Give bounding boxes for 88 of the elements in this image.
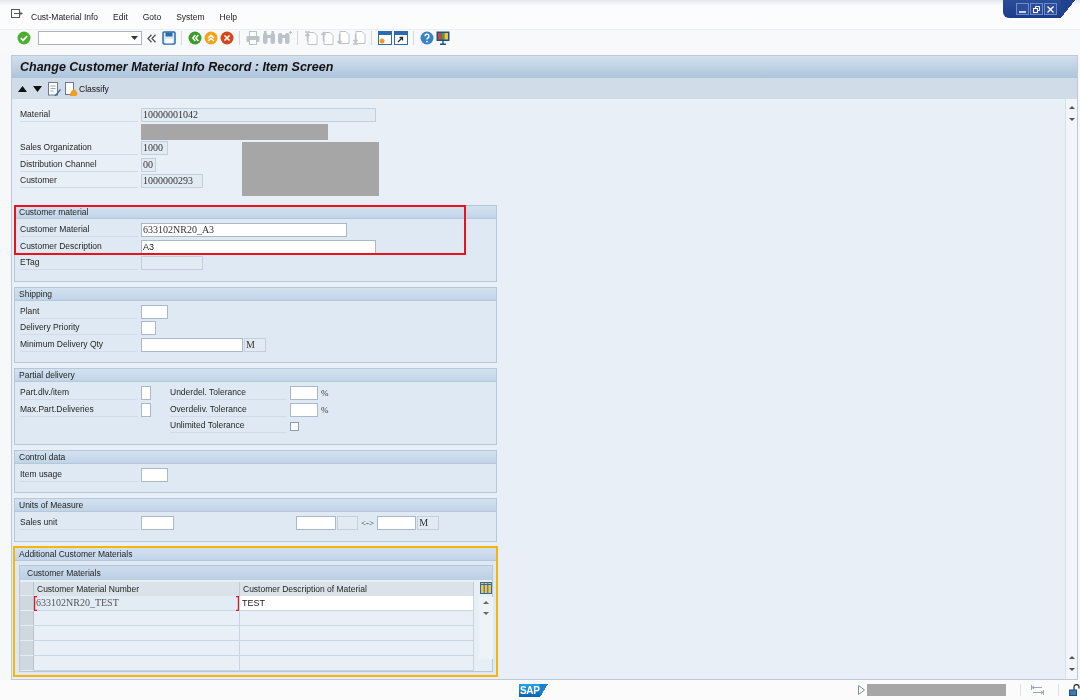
menu-item[interactable]: Help bbox=[219, 11, 237, 23]
field-label: Sales Organization bbox=[20, 141, 138, 156]
classify-button[interactable]: Classify bbox=[65, 81, 109, 96]
restore-icon bbox=[1033, 5, 1040, 13]
x-circle-icon[interactable] bbox=[220, 31, 234, 45]
checkbox[interactable] bbox=[290, 421, 299, 431]
readonly-field[interactable]: 1000000293 bbox=[141, 174, 203, 189]
readonly-field[interactable] bbox=[141, 256, 203, 271]
help-icon[interactable] bbox=[420, 31, 434, 45]
up-arrows-circle-icon[interactable] bbox=[204, 31, 218, 45]
unit-sign: % bbox=[321, 403, 329, 416]
input-field[interactable] bbox=[141, 337, 243, 352]
field-label: Customer Material bbox=[20, 223, 138, 238]
input-field[interactable] bbox=[290, 402, 318, 417]
input-field[interactable] bbox=[141, 304, 168, 319]
field-label: Max.Part.Deliveries bbox=[20, 402, 138, 417]
field-label: Underdel. Tolerance bbox=[170, 386, 287, 401]
input-field[interactable] bbox=[141, 402, 151, 417]
input-field[interactable] bbox=[141, 516, 174, 531]
triangle-down-icon[interactable] bbox=[1068, 668, 1075, 671]
menu-item[interactable]: Goto bbox=[142, 11, 162, 23]
menu-item[interactable]: Cust-Material Info bbox=[31, 11, 99, 23]
arrows-icon[interactable] bbox=[1031, 685, 1044, 695]
back-arrows-circle-icon[interactable] bbox=[188, 31, 202, 45]
monitor-icon[interactable] bbox=[436, 31, 450, 45]
menu-icon[interactable] bbox=[11, 9, 23, 19]
field-label: Overdeliv. Tolerance bbox=[170, 402, 287, 417]
column-header[interactable]: Customer Material Number bbox=[34, 581, 240, 596]
readonly-field[interactable]: 10000001042 bbox=[141, 108, 376, 123]
close-icon bbox=[1047, 5, 1054, 13]
input-field[interactable] bbox=[141, 467, 168, 482]
group-title: Additional Customer Materials bbox=[15, 547, 496, 561]
field-label: Unlimited Tolerance bbox=[170, 419, 287, 434]
unit-sign: % bbox=[321, 387, 329, 400]
scrollbar[interactable] bbox=[1065, 99, 1077, 679]
input-field[interactable] bbox=[141, 386, 151, 401]
minimize-button[interactable] bbox=[1016, 3, 1029, 15]
field-label: Plant bbox=[20, 304, 138, 319]
field-label: Part.dlv./item bbox=[20, 386, 138, 401]
triangle-up-icon[interactable] bbox=[1068, 656, 1075, 659]
document-badge-icon bbox=[65, 81, 78, 96]
field-label: Material bbox=[20, 108, 138, 123]
unit-sign: <-> bbox=[361, 517, 375, 530]
caret-down-icon[interactable] bbox=[131, 36, 138, 40]
field-label: Distribution Channel bbox=[20, 157, 138, 172]
field-label: Item usage bbox=[20, 467, 138, 482]
group-title: Units of Measure bbox=[15, 499, 496, 512]
field-label: Delivery Priority bbox=[20, 321, 138, 336]
input-field[interactable] bbox=[377, 516, 417, 531]
padlock-icon[interactable] bbox=[1069, 684, 1080, 696]
input-field[interactable] bbox=[141, 321, 156, 336]
menu-item[interactable]: Edit bbox=[113, 11, 128, 23]
triangle-right-icon[interactable] bbox=[858, 685, 865, 695]
field-label: Customer bbox=[20, 174, 138, 189]
menu-item[interactable]: System bbox=[176, 11, 205, 23]
field-label: Customer Description bbox=[20, 239, 138, 254]
group-title: Shipping bbox=[15, 287, 496, 301]
input-field[interactable]: 633102NR20_A3 bbox=[141, 223, 347, 238]
pencil-document-icon[interactable] bbox=[48, 81, 61, 96]
triangle-down-icon[interactable] bbox=[1068, 118, 1075, 121]
triangle-down-icon[interactable] bbox=[33, 85, 42, 92]
field-label: Sales unit bbox=[20, 516, 138, 531]
readonly-field[interactable]: 00 bbox=[141, 157, 156, 172]
command-field[interactable] bbox=[38, 31, 142, 45]
screen-title: Change Customer Material Info Record : Item Screen bbox=[20, 60, 334, 74]
column-header[interactable]: Customer Description of Material bbox=[240, 581, 474, 596]
field-label: Minimum Delivery Qty bbox=[20, 337, 138, 352]
readonly-field[interactable] bbox=[337, 516, 358, 531]
triangle-up-icon[interactable] bbox=[1068, 106, 1075, 109]
readonly-field[interactable]: M bbox=[244, 337, 266, 352]
group-title: Partial delivery bbox=[15, 369, 496, 382]
double-chevron-left-icon[interactable] bbox=[147, 34, 156, 43]
table-title: Customer Materials bbox=[20, 565, 492, 580]
input-field[interactable]: A3 bbox=[141, 239, 376, 254]
logo: SAP bbox=[519, 683, 548, 697]
select-all-button[interactable] bbox=[20, 581, 34, 596]
group-title: Control data bbox=[15, 450, 496, 464]
restore-button[interactable] bbox=[1030, 3, 1043, 15]
input-field[interactable] bbox=[290, 386, 318, 401]
checkmark-icon[interactable] bbox=[17, 31, 31, 45]
window-icon[interactable] bbox=[378, 31, 392, 45]
triangle-up-icon[interactable] bbox=[18, 85, 27, 92]
readonly-field[interactable]: M bbox=[417, 516, 440, 531]
readonly-field[interactable]: 1000 bbox=[141, 141, 168, 156]
field-label: ETag bbox=[20, 256, 138, 271]
column-grid-icon[interactable] bbox=[480, 581, 492, 594]
close-button[interactable] bbox=[1044, 3, 1057, 15]
input-field[interactable] bbox=[296, 516, 336, 531]
